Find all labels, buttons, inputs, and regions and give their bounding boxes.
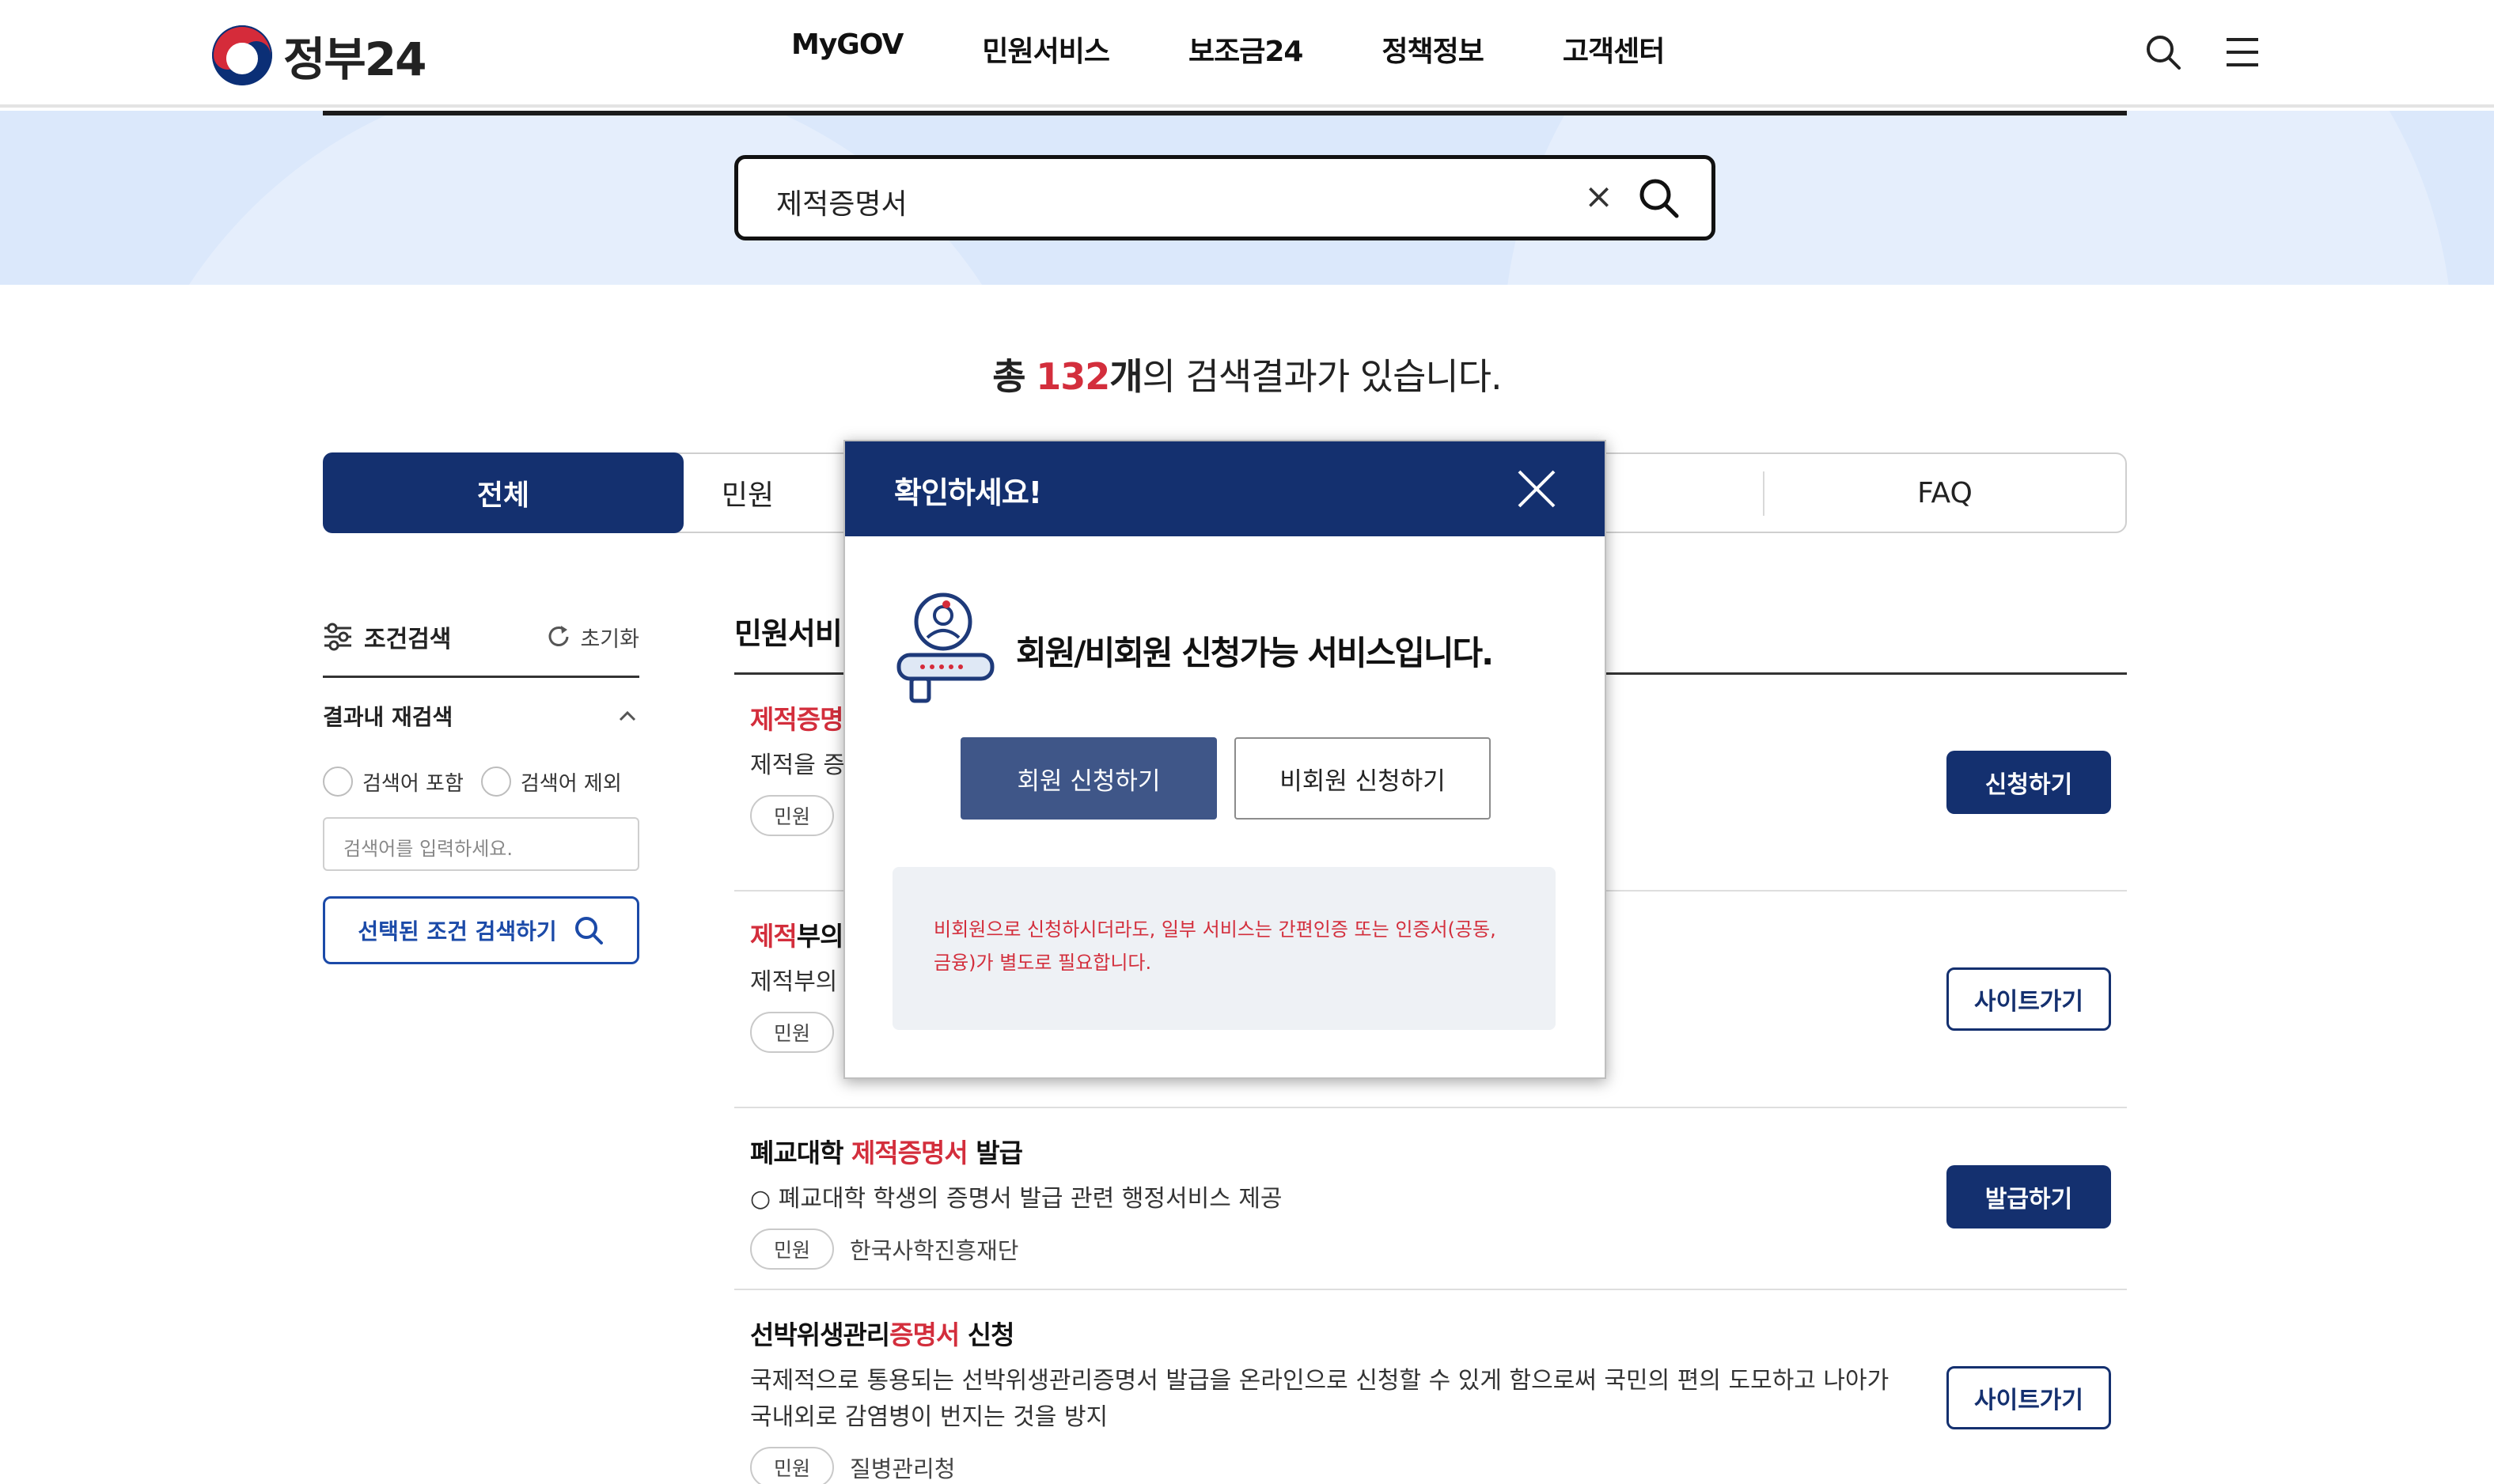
nav-subsidy24[interactable]: 보조금24 — [1188, 28, 1303, 70]
member-apply-button[interactable]: 회원 신청하기 — [961, 737, 1217, 820]
result-title[interactable]: 선박위생관리증명서 신청 — [750, 1314, 2111, 1352]
close-icon[interactable] — [1513, 465, 1560, 513]
modal-header: 확인하세요! — [845, 441, 1605, 536]
include-radio[interactable]: 검색어 포함 — [323, 767, 464, 797]
nav-policy-info[interactable]: 정책정보 — [1382, 28, 1484, 70]
refine-title: 결과내 재검색 — [323, 704, 453, 730]
site-logo[interactable]: 정부24 — [212, 22, 426, 89]
modal-title: 확인하세요! — [894, 475, 1042, 510]
radio-circle[interactable] — [323, 767, 353, 797]
search-input-value: 제적증명서 — [776, 188, 908, 221]
search-icon — [574, 917, 603, 945]
include-label: 검색어 포함 — [362, 771, 464, 796]
global-nav: MyGOV 민원서비스 보조금24 정책정보 고객센터 — [791, 28, 1743, 70]
result-title-highlight: 증명서 — [889, 1319, 960, 1350]
result-count-unit: 개 — [1109, 355, 1143, 398]
filter-title-label: 조건검색 — [364, 626, 452, 653]
result-count-prefix: 총 — [992, 355, 1025, 398]
exclude-label: 검색어 제외 — [520, 771, 622, 796]
category-badge: 민원 — [750, 795, 835, 836]
sliders-icon — [324, 623, 351, 651]
nav-customer-center[interactable]: 고객센터 — [1563, 28, 1665, 70]
filter-title: 조건검색 — [323, 619, 451, 654]
filter-header: 조건검색 초기화 — [323, 617, 639, 657]
category-badge: 민원 — [750, 1447, 835, 1484]
category-badge: 민원 — [750, 1012, 835, 1053]
result-title-pre: 선박위생관리 — [750, 1319, 890, 1350]
result-meta: 민원 질병관리청 — [750, 1447, 2111, 1484]
site-header: 정부24 MyGOV 민원서비스 보조금24 정책정보 고객센터 — [0, 0, 2494, 108]
confirm-modal: 확인하세요! 회원/비회원 신청가능 서비스입니다. 회원 신청하기 비회원 신… — [843, 440, 1606, 1079]
filter-divider — [323, 676, 639, 678]
clear-icon[interactable]: × — [1584, 176, 1613, 217]
result-title-rest: 신청 — [959, 1319, 1015, 1350]
band-divider — [323, 111, 2127, 115]
result-count: 총 132개의 검색결과가 있습니다. — [0, 348, 2494, 400]
result-meta: 민원 한국사학진흥재단 — [750, 1228, 2111, 1270]
hamburger-menu-icon[interactable] — [2222, 32, 2263, 73]
result-title-highlight: 제적증명 — [750, 704, 843, 735]
result-org: 한국사학진흥재단 — [850, 1237, 1019, 1264]
search-icon[interactable] — [2143, 32, 2184, 73]
result-count-number: 132 — [1036, 355, 1110, 398]
result-org: 질병관리청 — [850, 1456, 956, 1482]
user-id-icon — [894, 589, 997, 707]
nav-civil-service[interactable]: 민원서비스 — [982, 28, 1110, 70]
filter-panel: 조건검색 초기화 결과내 재검색 검색어 포함 검색어 제외 검색어를 입력하세… — [323, 617, 639, 964]
nav-mygov[interactable]: MyGOV — [791, 28, 904, 70]
issue-button[interactable]: 발급하기 — [1946, 1165, 2111, 1228]
refine-search-input[interactable]: 검색어를 입력하세요. — [323, 817, 639, 871]
tab-all[interactable]: 전체 — [323, 452, 684, 533]
reset-label: 초기화 — [580, 627, 639, 652]
guest-apply-button[interactable]: 비회원 신청하기 — [1234, 737, 1491, 820]
result-title-rest: 부의 — [796, 921, 844, 952]
result-item: 폐교대학 제적증명서 발급 ○ 폐교대학 학생의 증명서 발급 관련 행정서비스… — [734, 1108, 2127, 1290]
logo-text: 정부24 — [283, 32, 426, 86]
apply-button[interactable]: 신청하기 — [1946, 751, 2111, 814]
category-badge: 민원 — [750, 1228, 835, 1270]
apply-filter-label: 선택된 조건 검색하기 — [358, 918, 557, 945]
search-input[interactable]: 제적증명서 × — [734, 155, 1715, 240]
search-submit-icon[interactable] — [1636, 175, 1683, 222]
header-icons — [2143, 32, 2263, 73]
reset-button[interactable]: 초기화 — [545, 622, 639, 653]
refresh-icon — [549, 626, 569, 646]
modal-message: 회원/비회원 신청가능 서비스입니다. — [1016, 634, 1494, 672]
radio-circle[interactable] — [480, 767, 511, 797]
exclude-radio[interactable]: 검색어 제외 — [480, 767, 622, 797]
tab-faq[interactable]: FAQ — [1764, 454, 2125, 532]
result-count-suffix: 의 검색결과가 있습니다. — [1142, 355, 1503, 398]
refine-options: 검색어 포함 검색어 제외 — [323, 767, 639, 797]
refine-header[interactable]: 결과내 재검색 — [323, 700, 639, 732]
result-title-rest: 발급 — [967, 1138, 1023, 1168]
result-desc: 국제적으로 통용되는 선박위생관리증명서 발급을 온라인으로 신청할 수 있게 … — [750, 1367, 1889, 1431]
result-title-pre: 폐교대학 — [750, 1138, 851, 1168]
result-title-highlight: 제적증명서 — [851, 1138, 968, 1168]
site-link-button[interactable]: 사이트가기 — [1946, 967, 2111, 1031]
apply-filter-button[interactable]: 선택된 조건 검색하기 — [323, 896, 639, 964]
site-link-button[interactable]: 사이트가기 — [1946, 1366, 2111, 1429]
result-desc: ○ 폐교대학 학생의 증명서 발급 관련 행정서비스 제공 — [750, 1185, 1283, 1213]
chevron-up-icon[interactable] — [616, 708, 639, 724]
result-title-highlight: 제적 — [750, 921, 798, 952]
result-title[interactable]: 폐교대학 제적증명서 발급 — [750, 1132, 2111, 1170]
taegeuk-logo-icon — [212, 25, 272, 85]
result-item: 선박위생관리증명서 신청 국제적으로 통용되는 선박위생관리증명서 발급을 온라… — [734, 1290, 2127, 1484]
tab-civil-label: 민원 — [721, 479, 775, 512]
modal-notice: 비회원으로 신청하시더라도, 일부 서비스는 간편인증 또는 인증서(공동, 금… — [893, 867, 1556, 1030]
